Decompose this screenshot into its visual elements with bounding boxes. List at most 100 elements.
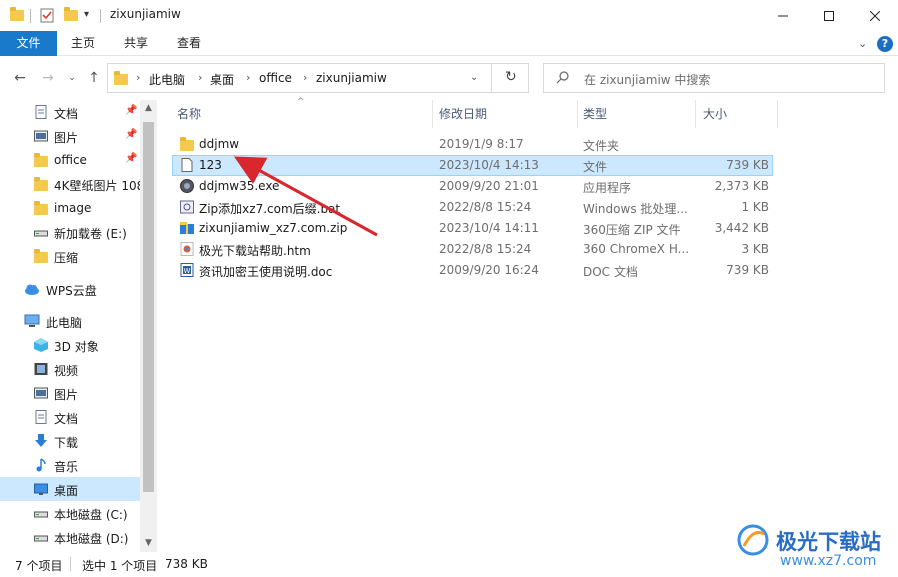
nav-item-image[interactable]: image xyxy=(0,196,140,220)
maximize-icon[interactable] xyxy=(806,0,852,31)
file-size: 739 KB xyxy=(726,158,769,172)
folder-icon xyxy=(114,71,128,85)
drive-icon xyxy=(34,530,48,544)
nav-item-desktop[interactable]: 桌面 xyxy=(0,477,140,501)
file-date: 2009/9/20 21:01 xyxy=(439,179,539,193)
column-divider[interactable] xyxy=(577,100,578,128)
ribbon: 文件 主页 共享 查看 ⌄ ? xyxy=(0,31,898,56)
nav-label: 新加载卷 (E:) xyxy=(54,227,127,241)
drive-icon xyxy=(34,225,48,239)
file-type: 360 ChromeX H... xyxy=(583,242,690,256)
file-date: 2022/8/8 15:24 xyxy=(439,200,532,214)
scroll-up-icon[interactable]: ▲ xyxy=(140,100,157,117)
file-date: 2022/8/8 15:24 xyxy=(439,242,532,256)
nav-item-drive-e[interactable]: 新加载卷 (E:) xyxy=(0,220,140,244)
nav-item-pictures-quick[interactable]: 图片 📌 xyxy=(0,124,140,148)
pin-icon[interactable]: 📌 xyxy=(125,129,137,140)
minimize-icon[interactable] xyxy=(760,0,806,31)
tab-view[interactable]: 查看 xyxy=(166,31,212,56)
properties-icon[interactable] xyxy=(40,7,54,23)
nav-item-compress[interactable]: 压缩 xyxy=(0,244,140,268)
forward-icon[interactable]: → xyxy=(38,68,58,88)
title-bar: ▾ zixunjiamiw xyxy=(0,0,898,31)
pin-icon[interactable]: 📌 xyxy=(125,105,137,116)
file-row-doc[interactable]: W 资讯加密王使用说明.doc 2009/9/20 16:24 DOC 文档 7… xyxy=(172,260,773,281)
search-input[interactable]: 在 zixunjiamiw 中搜索 xyxy=(584,71,710,88)
divider xyxy=(30,9,31,23)
nav-label: 图片 xyxy=(54,131,79,145)
breadcrumb-office[interactable]: office xyxy=(259,71,292,85)
file-date: 2023/10/4 14:11 xyxy=(439,221,539,235)
qat-dropdown-icon[interactable]: ▾ xyxy=(84,9,89,20)
divider xyxy=(70,557,71,571)
up-icon[interactable]: ↑ xyxy=(84,68,104,88)
search-icon xyxy=(556,70,570,87)
breadcrumb-separator-icon[interactable]: › xyxy=(136,71,140,84)
nav-scrollbar[interactable]: ▲ ▼ xyxy=(140,100,157,552)
nav-item-music[interactable]: 音乐 xyxy=(0,453,140,477)
expand-ribbon-icon[interactable]: ⌄ xyxy=(858,37,867,50)
nav-label: 视频 xyxy=(54,364,79,378)
window-title: zixunjiamiw xyxy=(110,7,181,21)
nav-label: 压缩 xyxy=(54,251,79,265)
nav-item-3d-objects[interactable]: 3D 对象 xyxy=(0,333,140,357)
new-folder-icon[interactable] xyxy=(64,7,78,23)
file-date: 2023/10/4 14:13 xyxy=(439,158,539,172)
tab-home[interactable]: 主页 xyxy=(60,31,106,56)
nav-label: 音乐 xyxy=(54,460,79,474)
breadcrumb-separator-icon[interactable]: › xyxy=(303,71,307,84)
folder-icon xyxy=(34,201,48,215)
breadcrumb-separator-icon[interactable]: › xyxy=(246,71,250,84)
tab-file[interactable]: 文件 xyxy=(0,31,57,56)
close-icon[interactable] xyxy=(852,0,898,31)
file-type: 文件 xyxy=(583,160,608,174)
file-size: 3 KB xyxy=(741,242,769,256)
help-icon[interactable]: ? xyxy=(877,36,893,52)
file-date: 2019/1/9 8:17 xyxy=(439,137,524,151)
column-divider[interactable] xyxy=(695,100,696,128)
address-dropdown-icon[interactable]: ⌄ xyxy=(470,72,478,83)
back-icon[interactable]: ← xyxy=(10,68,30,88)
nav-label: office xyxy=(54,153,87,167)
doc-icon: W xyxy=(180,263,194,277)
selected-count: 选中 1 个项目 xyxy=(82,559,158,573)
file-type: 文件夹 xyxy=(583,139,620,153)
nav-label: 文档 xyxy=(54,412,79,426)
scroll-down-icon[interactable]: ▼ xyxy=(140,535,157,552)
nav-item-documents[interactable]: 文档 xyxy=(0,405,140,429)
column-header-type[interactable]: 类型 xyxy=(583,100,607,128)
pin-icon[interactable]: 📌 xyxy=(125,153,137,164)
download-icon xyxy=(34,434,48,448)
nav-label: 本地磁盘 (C:) xyxy=(54,508,128,522)
nav-item-downloads[interactable]: 下载 xyxy=(0,429,140,453)
desktop-icon xyxy=(34,482,48,496)
address-bar[interactable]: › 此电脑 › 桌面 › office › zixunjiamiw ⌄ ↻ xyxy=(107,63,529,93)
nav-item-office[interactable]: office 📌 xyxy=(0,148,140,172)
tab-share[interactable]: 共享 xyxy=(113,31,159,56)
column-header-size[interactable]: 大小 xyxy=(703,100,727,128)
recent-locations-icon[interactable]: ⌄ xyxy=(62,68,82,88)
search-box[interactable]: 在 zixunjiamiw 中搜索 xyxy=(543,63,885,93)
nav-item-drive-d[interactable]: 本地磁盘 (D:) xyxy=(0,525,140,549)
breadcrumb-separator-icon[interactable]: › xyxy=(198,71,202,84)
nav-label: 下载 xyxy=(54,436,79,450)
scroll-thumb[interactable] xyxy=(143,122,154,492)
breadcrumb-this-pc[interactable]: 此电脑 xyxy=(149,71,185,88)
folder-icon xyxy=(34,249,48,263)
nav-label: 文档 xyxy=(54,107,79,121)
file-size: 739 KB xyxy=(726,263,769,277)
nav-item-drive-c[interactable]: 本地磁盘 (C:) xyxy=(0,501,140,525)
watermark-brand: 极光下载站 xyxy=(776,530,881,554)
nav-item-this-pc[interactable]: 此电脑 xyxy=(0,309,140,333)
video-icon xyxy=(34,362,48,376)
column-divider[interactable] xyxy=(777,100,778,128)
nav-item-4k-wallpaper[interactable]: 4K壁纸图片 108 xyxy=(0,172,144,196)
breadcrumb-current[interactable]: zixunjiamiw xyxy=(316,71,387,85)
navigation-pane: 文档 📌 图片 📌 office 📌 4K壁纸图片 108 image 新加载卷… xyxy=(0,100,157,552)
nav-item-wps-cloud[interactable]: WPS云盘 xyxy=(0,277,140,301)
breadcrumb-desktop[interactable]: 桌面 xyxy=(210,71,234,88)
nav-item-pictures[interactable]: 图片 xyxy=(0,381,140,405)
nav-item-videos[interactable]: 视频 xyxy=(0,357,140,381)
refresh-icon[interactable]: ↻ xyxy=(505,69,517,85)
nav-item-documents-quick[interactable]: 文档 📌 xyxy=(0,100,140,124)
